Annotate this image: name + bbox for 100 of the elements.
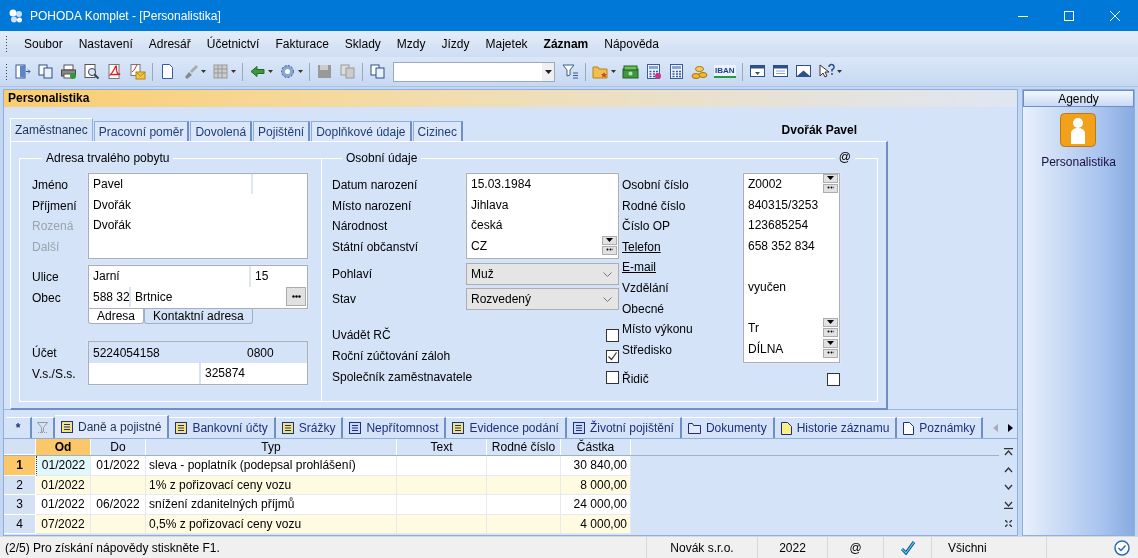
menu-item[interactable]: Sklady: [336, 33, 389, 55]
tab[interactable]: Poznámky: [897, 417, 984, 438]
menu-item[interactable]: Adresář: [140, 33, 199, 55]
table-cell: 07/2022: [36, 514, 91, 534]
menu-item[interactable]: Jízdy: [433, 33, 478, 55]
tab[interactable]: Bankovní účty: [169, 417, 276, 438]
agenda-header: Personalistika: [4, 90, 1017, 107]
checkbox-label: Uvádět RČ: [332, 326, 391, 345]
field-value: vyučen: [747, 280, 788, 295]
checkbox[interactable]: [606, 371, 619, 384]
coins-icon: [691, 63, 708, 80]
tab[interactable]: Pracovní poměr: [93, 121, 190, 141]
caret-icon: [544, 69, 552, 74]
field-value: Pavel: [92, 177, 124, 192]
caret-icon: [836, 70, 842, 73]
menu-item[interactable]: Mzdy: [388, 33, 434, 55]
ellipsis-icon: [291, 295, 301, 299]
grip-handle[interactable]: [5, 62, 8, 81]
menu-item[interactable]: Záznam: [535, 33, 597, 55]
identity-fields[interactable]: Z0002 840315/3253 123685254 658 352 834 vyučen Tr DÍLNA: [743, 173, 840, 363]
picker-buttons[interactable]: [602, 235, 617, 255]
dropdown[interactable]: Muž: [466, 263, 619, 285]
filter-tab[interactable]: [32, 417, 55, 438]
field-label: V.s./S.s.: [32, 365, 77, 383]
menu-item[interactable]: Nápověda: [596, 33, 667, 55]
field-label: Státní občanství: [332, 238, 420, 256]
group-title: Osobní údaje: [345, 151, 419, 165]
scroll-bottom-icon[interactable]: [1003, 500, 1013, 509]
scroll-right-icon[interactable]: [1008, 424, 1013, 432]
tab[interactable]: Dokumenty: [681, 417, 775, 438]
calculator-icon: [668, 63, 685, 80]
status-company: Novák s.r.o.: [646, 537, 758, 558]
picker-buttons[interactable]: [823, 338, 838, 358]
tab[interactable]: Historie záznamu: [774, 417, 898, 438]
menu-item[interactable]: Soubor: [16, 33, 71, 55]
field-value: Dvořák: [92, 197, 131, 212]
folder-icon: [592, 63, 609, 80]
scroll-top-icon[interactable]: [1003, 447, 1013, 456]
browse-button[interactable]: [286, 287, 306, 307]
field-label: Místo výkonu: [622, 321, 694, 339]
tab[interactable]: Zaměstnanec: [10, 118, 93, 141]
tab[interactable]: Životní pojištění: [566, 417, 682, 438]
field-value: CZ: [470, 239, 488, 254]
tab[interactable]: Pojištění: [253, 121, 311, 141]
status-text: (2/5) Pro získání nápovědy stiskněte F1.: [4, 539, 221, 557]
filter-icon: [562, 63, 579, 80]
printer-icon: [60, 63, 77, 80]
row-number[interactable]: 2: [4, 475, 36, 495]
menu-item[interactable]: Nastavení: [70, 33, 141, 55]
scroll-up-icon[interactable]: [1003, 466, 1013, 473]
field-label: Datum narození: [332, 177, 419, 194]
field-label: Obec: [32, 289, 62, 307]
caret-icon: [298, 70, 303, 73]
row-number[interactable]: 1: [4, 456, 36, 476]
scroll-down-icon[interactable]: [1003, 483, 1013, 490]
field-value: 588 32: [89, 286, 131, 308]
preview-icon: [83, 63, 100, 80]
toolbar-button[interactable]: IBAN: [711, 60, 739, 83]
row-number[interactable]: 4: [4, 514, 36, 534]
field-label: Účet: [32, 344, 58, 362]
checkbox[interactable]: [827, 373, 840, 386]
address-tab[interactable]: Adresa: [88, 309, 145, 324]
tab[interactable]: Nepřítomnost: [343, 417, 447, 438]
column-header[interactable]: Od: [36, 439, 91, 455]
account-fields[interactable]: 5224054158 0800 325874: [88, 341, 308, 385]
tab[interactable]: Evidence podání: [446, 417, 567, 438]
checkbox-label: Společník zaměstnavatele: [332, 369, 473, 387]
tab[interactable]: Srážky: [275, 417, 344, 438]
field-value: 325874: [204, 366, 246, 381]
field-link[interactable]: E-mail: [622, 257, 743, 278]
chevron-down-icon: [603, 296, 612, 302]
panel-header: Agendy: [1023, 90, 1134, 107]
address-fields[interactable]: Jarní 15 588 32 Brtnice: [88, 265, 308, 309]
tab[interactable]: Cizinec: [412, 121, 463, 141]
new-record-tab[interactable]: *: [6, 417, 32, 438]
employee-name: Dvořák Pavel: [781, 122, 857, 137]
personal-fields[interactable]: 15.03.1984 Jihlava česká CZ: [466, 173, 619, 259]
expand-icon[interactable]: [1004, 519, 1012, 527]
status-filter: Všichni: [932, 537, 1047, 558]
dropdown[interactable]: Rozvedený: [466, 288, 619, 310]
table-cell: sleva - poplatník (podepsal prohlášení): [146, 456, 397, 476]
grip-handle[interactable]: [5, 35, 8, 53]
checkbox[interactable]: [606, 329, 619, 342]
menu-item[interactable]: Majetek: [477, 33, 536, 55]
picker-buttons[interactable]: [823, 318, 838, 338]
menu-item[interactable]: Fakturace: [267, 33, 337, 55]
picker-buttons[interactable]: [823, 174, 838, 193]
address-tab[interactable]: Kontaktní adresa: [144, 309, 253, 324]
tab[interactable]: Doplňkové údaje: [311, 121, 412, 141]
checkbox[interactable]: [606, 350, 619, 363]
row-number[interactable]: 3: [4, 495, 36, 515]
tab[interactable]: Daně a pojistné: [55, 415, 170, 438]
toolbar-combo-field[interactable]: [393, 61, 555, 82]
field-label: Rozená: [32, 218, 75, 236]
save-icon: [316, 63, 333, 80]
field-link[interactable]: Telefon: [622, 236, 743, 258]
menu-item[interactable]: Účetnictví: [198, 33, 268, 55]
agenda-item[interactable]: Personalistika: [1041, 113, 1116, 169]
tab[interactable]: Dovolená: [190, 121, 253, 141]
field-label: Další: [32, 238, 61, 256]
